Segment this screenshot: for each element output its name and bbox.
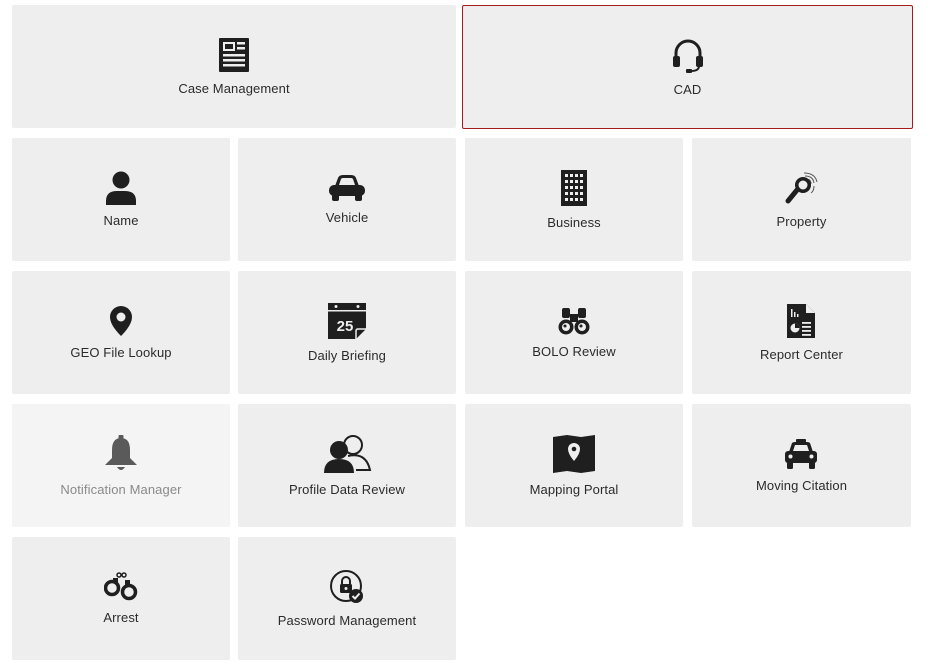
building-icon xyxy=(560,169,588,207)
lock-check-icon xyxy=(329,569,365,605)
tile-geo-file-lookup[interactable]: GEO File Lookup xyxy=(12,271,230,394)
report-icon xyxy=(786,303,816,339)
fingerprint-search-icon xyxy=(784,170,820,206)
tile-label: Case Management xyxy=(178,81,290,96)
tile-daily-briefing[interactable]: 25 Daily Briefing xyxy=(238,271,456,394)
binoculars-icon xyxy=(557,306,591,336)
handcuffs-icon xyxy=(104,572,138,602)
tile-label: Arrest xyxy=(103,610,139,625)
tile-label: Mapping Portal xyxy=(529,482,619,497)
car-icon xyxy=(327,174,367,202)
tile-label: Report Center xyxy=(760,347,843,362)
tile-label: Name xyxy=(103,213,139,228)
police-car-icon xyxy=(783,438,819,470)
tile-mapping-portal[interactable]: Mapping Portal xyxy=(465,404,683,527)
tile-notification-manager[interactable]: Notification Manager xyxy=(12,404,230,527)
calendar-icon: 25 xyxy=(327,302,367,340)
tile-report-center[interactable]: Report Center xyxy=(692,271,911,394)
tile-label: Vehicle xyxy=(325,210,369,225)
tile-bolo-review[interactable]: BOLO Review xyxy=(465,271,683,394)
tile-label: Password Management xyxy=(277,613,417,628)
tile-moving-citation[interactable]: Moving Citation xyxy=(692,404,911,527)
bell-icon xyxy=(102,434,140,474)
tile-label: Property xyxy=(776,214,827,229)
tile-label: CAD xyxy=(673,81,702,97)
map-pin-icon xyxy=(109,305,133,337)
tile-business[interactable]: Business xyxy=(465,138,683,261)
tile-label: Profile Data Review xyxy=(288,482,406,497)
tile-label: Daily Briefing xyxy=(308,348,386,363)
users-icon xyxy=(322,434,372,474)
tile-profile-data-review[interactable]: Profile Data Review xyxy=(238,404,456,527)
tile-arrest[interactable]: Arrest xyxy=(12,537,230,660)
map-icon xyxy=(552,434,596,474)
tile-cad[interactable]: CAD xyxy=(462,5,913,129)
tile-property[interactable]: Property xyxy=(692,138,911,261)
tile-password-management[interactable]: Password Management xyxy=(238,537,456,660)
headset-icon xyxy=(671,38,705,74)
tile-label: GEO File Lookup xyxy=(70,345,172,360)
person-icon xyxy=(105,171,137,205)
tile-label: Business xyxy=(547,215,601,230)
tile-case-management[interactable]: Case Management xyxy=(12,5,456,128)
document-icon xyxy=(218,37,250,73)
tile-label: BOLO Review xyxy=(532,344,616,359)
calendar-day-number: 25 xyxy=(337,318,354,335)
tile-vehicle[interactable]: Vehicle xyxy=(238,138,456,261)
tile-label: Notification Manager xyxy=(60,482,182,497)
tile-name[interactable]: Name xyxy=(12,138,230,261)
tile-label: Moving Citation xyxy=(755,478,848,493)
